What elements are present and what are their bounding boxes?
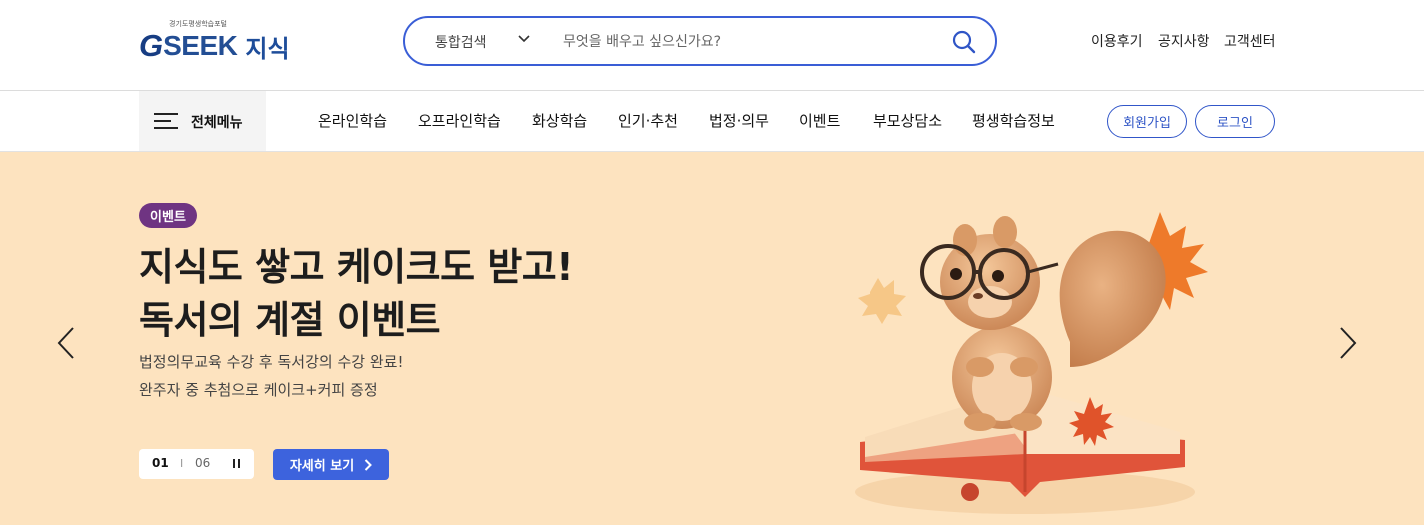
logo-seek-text: SEEK bbox=[163, 30, 238, 61]
slide-separator: I bbox=[180, 457, 184, 470]
search-category-select[interactable]: 통합검색 bbox=[435, 32, 487, 52]
util-link-notice[interactable]: 공지사항 bbox=[1158, 31, 1210, 51]
search-input[interactable] bbox=[563, 28, 923, 56]
detail-button[interactable]: 자세히 보기 bbox=[273, 449, 389, 480]
nav-item-online[interactable]: 온라인학습 bbox=[318, 110, 387, 131]
all-menu-button[interactable]: 전체메뉴 bbox=[139, 91, 266, 151]
hero-desc-line2: 완주자 중 추첨으로 케이크+커피 증정 bbox=[139, 381, 378, 399]
main-nav: 전체메뉴 온라인학습 오프라인학습 화상학습 인기·추천 법정·의무 이벤트 부… bbox=[0, 91, 1424, 152]
nav-item-lifelong-info[interactable]: 평생학습정보 bbox=[972, 110, 1055, 131]
search-bar: 통합검색 bbox=[403, 16, 997, 66]
hero-title: 지식도 쌓고 케이크도 받고! 독서의 계절 이벤트 bbox=[139, 241, 574, 347]
logo-wordmark: G SEEK 지식 bbox=[139, 28, 290, 64]
chevron-right-icon[interactable] bbox=[1337, 325, 1359, 361]
slide-pager: 01 I 06 bbox=[139, 449, 254, 479]
event-badge: 이벤트 bbox=[139, 203, 197, 228]
nav-item-event[interactable]: 이벤트 bbox=[799, 110, 840, 131]
nav-item-offline[interactable]: 오프라인학습 bbox=[418, 110, 501, 131]
logo-jisik-text: 지식 bbox=[245, 34, 290, 63]
nav-item-video[interactable]: 화상학습 bbox=[532, 110, 587, 131]
nav-item-legal[interactable]: 법정·의무 bbox=[709, 110, 769, 131]
util-link-reviews[interactable]: 이용후기 bbox=[1091, 31, 1143, 51]
slide-current: 01 bbox=[152, 456, 169, 470]
hamburger-icon bbox=[154, 112, 178, 130]
chevron-right-small-icon bbox=[364, 458, 373, 471]
chevron-left-icon[interactable] bbox=[55, 325, 77, 361]
detail-button-label: 자세히 보기 bbox=[289, 459, 355, 474]
hero-desc-line1: 법정의무교육 수강 후 독서강의 수강 완료! bbox=[139, 353, 404, 371]
hero-banner: 이벤트 지식도 쌓고 케이크도 받고! 독서의 계절 이벤트 법정의무교육 수강… bbox=[0, 152, 1424, 525]
hero-description: 법정의무교육 수강 후 독서강의 수강 완료! 완주자 중 추첨으로 케이크+커… bbox=[139, 348, 403, 404]
pause-icon[interactable] bbox=[232, 459, 242, 469]
util-link-support[interactable]: 고객센터 bbox=[1224, 31, 1276, 51]
search-icon[interactable] bbox=[951, 29, 977, 55]
squirrel-book-illustration bbox=[855, 212, 1208, 514]
nav-item-popular[interactable]: 인기·추천 bbox=[618, 110, 678, 131]
nav-item-parents[interactable]: 부모상담소 bbox=[873, 110, 942, 131]
hero-title-line2: 독서의 계절 이벤트 bbox=[139, 298, 441, 342]
hero-title-line1: 지식도 쌓고 케이크도 받고! bbox=[139, 245, 574, 289]
signup-button[interactable]: 회원가입 bbox=[1107, 105, 1187, 138]
site-logo[interactable]: 경기도평생학습포털 G SEEK 지식 bbox=[139, 18, 309, 63]
logo-g-letter: G bbox=[139, 28, 164, 63]
top-header: 경기도평생학습포털 G SEEK 지식 통합검색 이용후기 공지사항 고객센터 bbox=[0, 0, 1424, 91]
slide-total: 06 bbox=[195, 456, 211, 470]
all-menu-label: 전체메뉴 bbox=[191, 115, 243, 131]
chevron-down-icon[interactable] bbox=[517, 32, 531, 46]
login-button[interactable]: 로그인 bbox=[1195, 105, 1275, 138]
